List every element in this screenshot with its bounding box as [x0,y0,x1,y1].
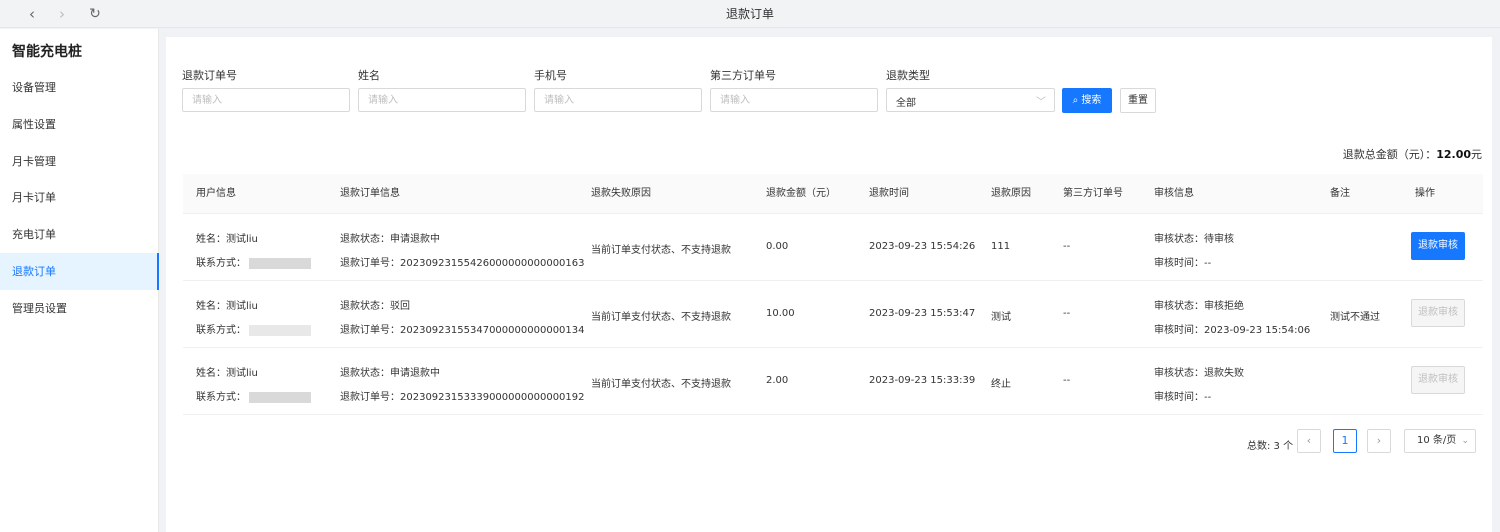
row-audit-time: 审核时间：-- [1154,258,1212,269]
phone-input[interactable] [534,88,702,112]
page-size-value: 10 条/页 [1417,435,1457,446]
row-contact: 联系方式： [196,388,311,403]
refund-audit-button[interactable]: 退款审核 [1411,366,1465,394]
row-refund-order-no: 退款订单号：20230923155426000000000000163 [340,258,585,269]
sidebar-item-charging-orders[interactable]: 充电订单 [0,216,159,253]
next-page-icon[interactable]: › [1367,429,1391,453]
reset-button[interactable]: 重置 [1120,88,1156,113]
header-refund-reason: 退款原因 [991,188,1031,199]
sidebar-item-monthly-card-orders[interactable]: 月卡订单 [0,179,159,216]
name-label: 姓名 [358,69,380,82]
sidebar-item-refund-orders[interactable]: 退款订单 [0,253,159,290]
refund-audit-button[interactable]: 退款审核 [1411,299,1465,327]
phone-label: 手机号 [534,69,567,82]
refund-no-label: 退款订单号 [182,69,237,82]
header-fail-reason: 退款失败原因 [591,188,651,199]
row-name: 姓名：测试liu [196,301,258,312]
row-contact: 联系方式： [196,321,311,336]
row-refund-time: 2023-09-23 15:33:39 [869,375,976,386]
refund-type-select[interactable]: 全部 ﹀ [886,88,1055,112]
search-button-label: 搜索 [1081,95,1102,106]
row-refund-time: 2023-09-23 15:54:26 [869,241,976,252]
window-title: 退款订单 [725,7,774,21]
table-row: 姓名：测试liu 联系方式： 退款状态：申请退款中 退款订单号：20230923… [183,348,1483,415]
refund-type-value: 全部 [896,98,916,109]
row-audit-status: 审核状态：退款失败 [1154,368,1244,379]
app-title: 智能充电桩 [12,44,82,60]
sidebar-item-device-management[interactable]: 设备管理 [0,69,159,106]
refund-total-summary: 退款总金额（元）：12.00元 [1343,146,1482,162]
row-fail-reason: 当前订单支付状态、不支持退款 [591,312,731,323]
table-header: 用户信息 退款订单信息 退款失败原因 退款金额（元） 退款时间 退款原因 第三方… [183,174,1483,214]
row-refund-order-no: 退款订单号：20230923155347000000000000134 [340,325,585,336]
page-1-button[interactable]: 1 [1333,429,1357,453]
header-third-party-no: 第三方订单号 [1063,188,1123,199]
row-audit-status: 审核状态：待审核 [1154,234,1234,245]
row-refund-status: 退款状态：申请退款中 [340,368,440,379]
search-button[interactable]: ⌕ 搜索 [1062,88,1112,113]
row-refund-time: 2023-09-23 15:53:47 [869,308,976,319]
page-size-select[interactable]: 10 条/页 ⌄ [1404,429,1476,453]
refund-total-amount: 12.00 [1436,148,1471,161]
refund-no-input[interactable] [182,88,350,112]
third-party-no-input[interactable] [710,88,878,112]
redacted-phone [249,257,311,269]
header-refund-time: 退款时间 [869,188,909,199]
row-refund-reason: 测试 [991,312,1011,323]
sidebar: 智能充电桩 设备管理 属性设置 月卡管理 月卡订单 充电订单 退款订单 管理员设… [0,29,159,532]
redacted-phone [249,391,311,403]
row-name: 姓名：测试liu [196,234,258,245]
window-topbar: ‹ › ↻ 退款订单 [0,0,1500,28]
row-refund-amount: 2.00 [766,375,789,386]
row-audit-time: 审核时间：-- [1154,392,1212,403]
redacted-phone [249,324,311,336]
third-party-no-label: 第三方订单号 [710,69,776,82]
header-remark: 备注 [1330,188,1350,199]
sidebar-item-attribute-settings[interactable]: 属性设置 [0,106,159,143]
table-row: 姓名：测试liu 联系方式： 退款状态：申请退款中 退款订单号：20230923… [183,214,1483,281]
sidebar-item-monthly-card-management[interactable]: 月卡管理 [0,143,159,180]
refund-orders-table: 用户信息 退款订单信息 退款失败原因 退款金额（元） 退款时间 退款原因 第三方… [183,174,1483,415]
row-refund-amount: 0.00 [766,241,789,252]
row-audit-time: 审核时间：2023-09-23 15:54:06 [1154,325,1311,336]
header-refund-order-info: 退款订单信息 [340,188,400,199]
row-third-party-no: -- [1063,375,1071,386]
pagination-total: 总数: 3 个 [1247,441,1294,452]
refund-total-label: 退款总金额（元）： [1342,148,1437,161]
row-refund-reason: 终止 [991,379,1011,390]
prev-page-icon[interactable]: ‹ [1297,429,1321,453]
search-icon: ⌕ [1072,95,1079,106]
row-fail-reason: 当前订单支付状态、不支持退款 [591,245,731,256]
header-audit-info: 审核信息 [1154,188,1194,199]
row-refund-status: 退款状态：申请退款中 [340,234,440,245]
row-name: 姓名：测试liu [196,368,258,379]
row-third-party-no: -- [1063,308,1071,319]
row-refund-status: 退款状态：驳回 [340,301,410,312]
row-refund-amount: 10.00 [766,308,795,319]
refund-type-label: 退款类型 [886,69,930,82]
row-third-party-no: -- [1063,241,1071,252]
main-content: 退款订单号 姓名 手机号 第三方订单号 退款类型 全部 ﹀ ⌕ 搜索 重置 退款… [166,37,1492,532]
chevron-down-icon: ⌄ [1461,436,1469,446]
header-action: 操作 [1415,188,1435,199]
refund-total-unit: 元 [1471,148,1482,161]
row-contact: 联系方式： [196,254,311,269]
name-input[interactable] [358,88,526,112]
row-refund-order-no: 退款订单号：20230923153339000000000000192 [340,392,585,403]
header-user-info: 用户信息 [196,188,236,199]
row-refund-reason: 111 [991,241,1011,252]
row-audit-status: 审核状态：审核拒绝 [1154,301,1244,312]
row-fail-reason: 当前订单支付状态、不支持退款 [591,379,731,390]
row-remark: 测试不通过 [1330,312,1380,323]
sidebar-item-admin-settings[interactable]: 管理员设置 [0,290,159,327]
header-refund-amount: 退款金额（元） [766,188,836,199]
refund-audit-button[interactable]: 退款审核 [1411,232,1465,260]
table-row: 姓名：测试liu 联系方式： 退款状态：驳回 退款订单号：20230923155… [183,281,1483,348]
chevron-down-icon: ﹀ [1036,97,1046,108]
